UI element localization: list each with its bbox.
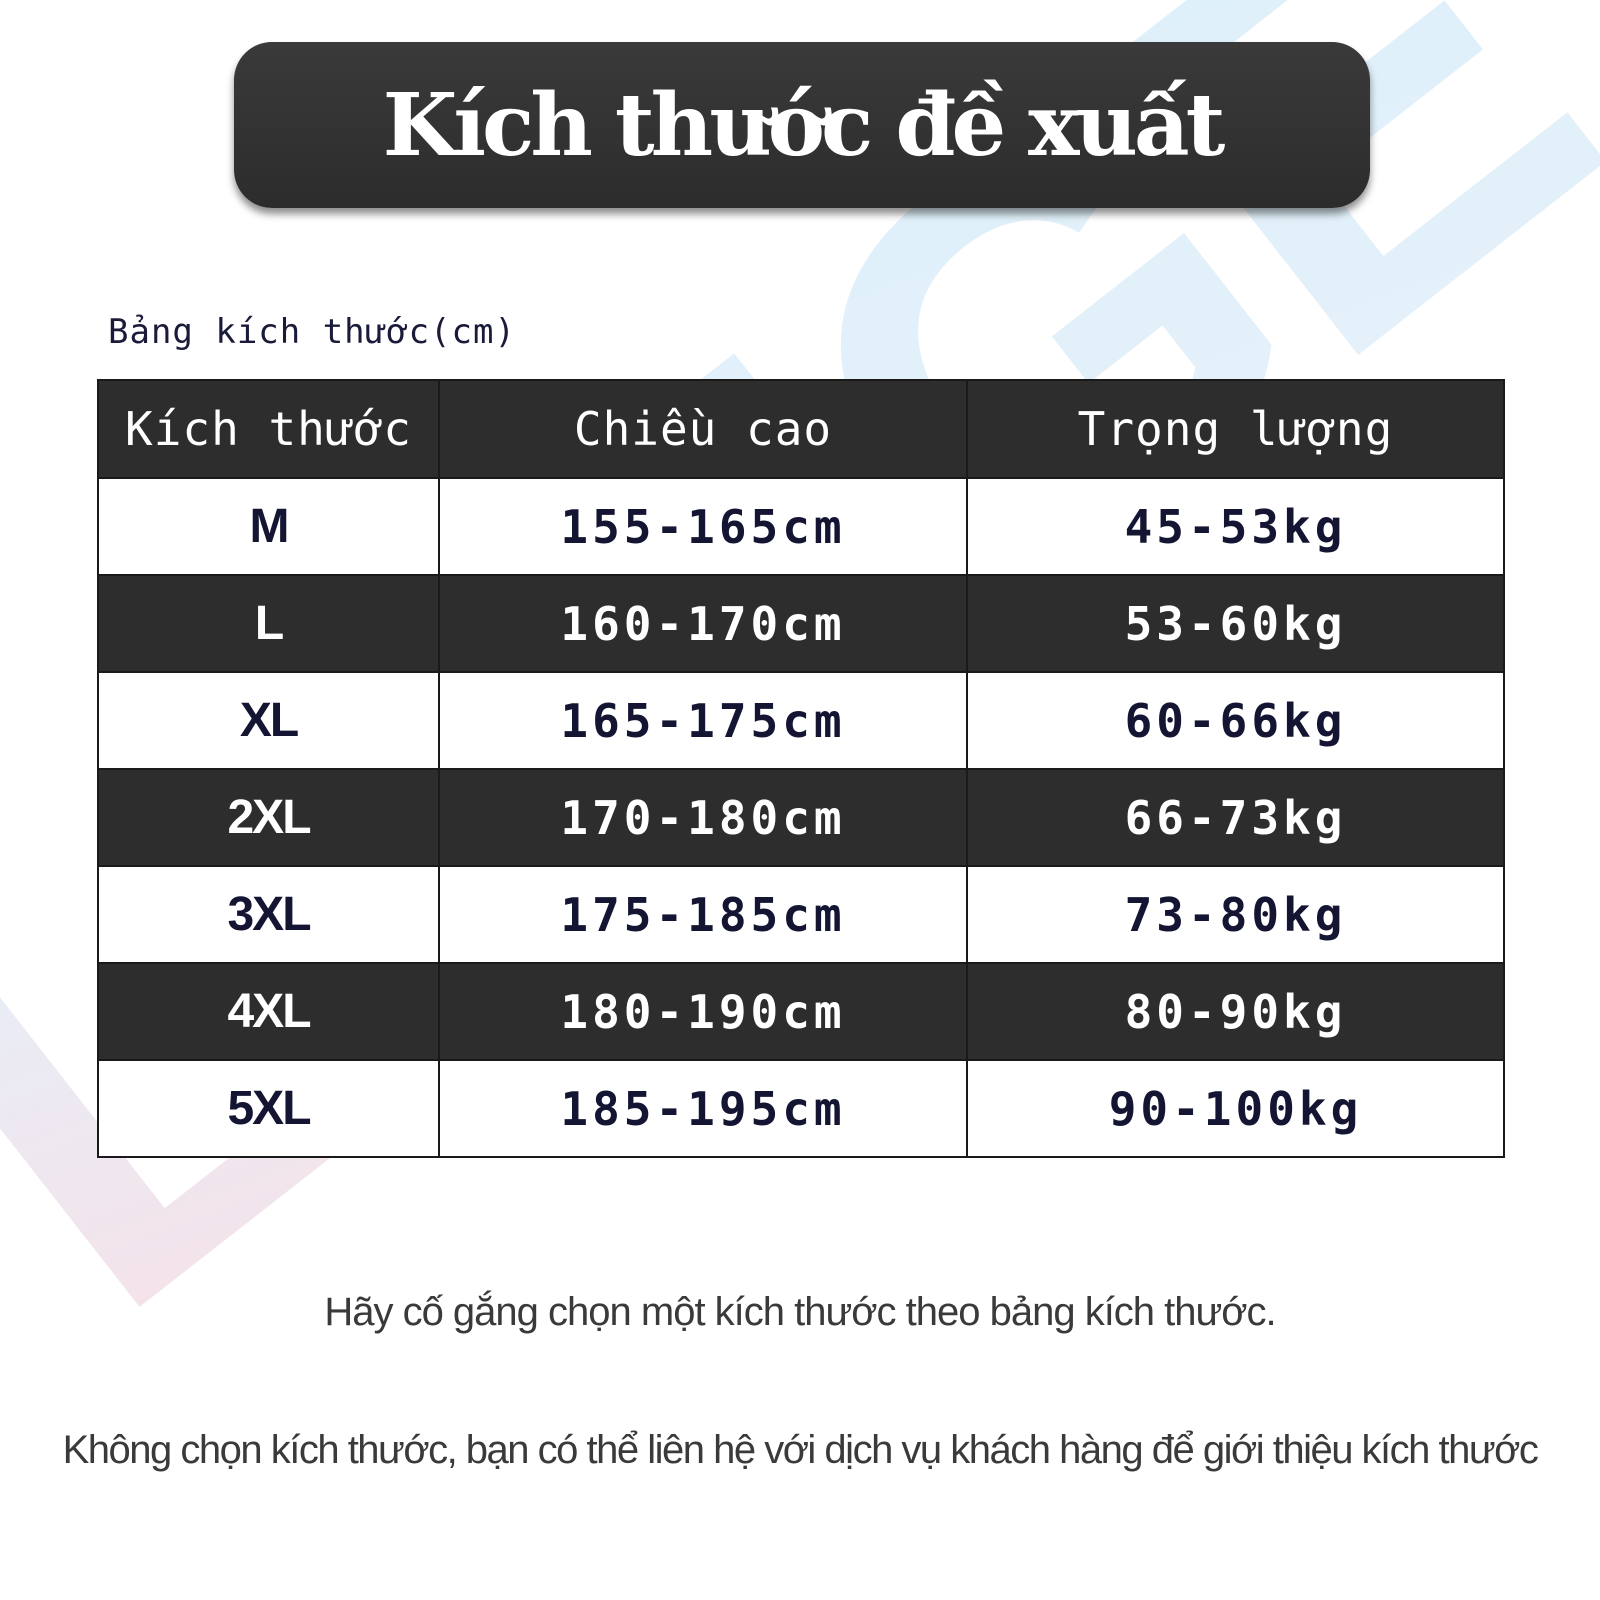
contact-service-note: Không chọn kích thước, bạn có thể liên h…: [62, 1428, 1539, 1472]
header-size: Kích thước: [97, 379, 440, 479]
table-header-row: Kích thước Chiều cao Trọng lượng: [97, 379, 1505, 479]
height-cell: 180-190cm: [438, 962, 968, 1061]
table-row: 4XL 180-190cm 80-90kg: [97, 962, 1505, 1061]
size-advice-note: Hãy cố gắng chọn một kích thước theo bản…: [324, 1290, 1276, 1334]
size-cell: 3XL: [97, 865, 440, 964]
table-row: 3XL 175-185cm 73-80kg: [97, 865, 1505, 964]
height-cell: 155-165cm: [438, 477, 968, 576]
header-height: Chiều cao: [438, 379, 968, 479]
table-caption: Bảng kích thước(cm): [108, 312, 516, 352]
height-cell: 170-180cm: [438, 768, 968, 867]
table-row: M 155-165cm 45-53kg: [97, 477, 1505, 576]
weight-cell: 90-100kg: [966, 1059, 1505, 1158]
height-cell: 175-185cm: [438, 865, 968, 964]
table-row: 5XL 185-195cm 90-100kg: [97, 1059, 1505, 1158]
size-cell: 4XL: [97, 962, 440, 1061]
table-row: L 160-170cm 53-60kg: [97, 574, 1505, 673]
size-cell: L: [97, 574, 440, 673]
weight-cell: 80-90kg: [966, 962, 1505, 1061]
weight-cell: 73-80kg: [966, 865, 1505, 964]
weight-cell: 45-53kg: [966, 477, 1505, 576]
height-cell: 185-195cm: [438, 1059, 968, 1158]
size-cell: 5XL: [97, 1059, 440, 1158]
header-weight: Trọng lượng: [966, 379, 1505, 479]
weight-cell: 53-60kg: [966, 574, 1505, 673]
page-title: Kích thước đề xuất: [382, 74, 1226, 176]
table-row: XL 165-175cm 60-66kg: [97, 671, 1505, 770]
size-cell: 2XL: [97, 768, 440, 867]
title-banner: Kích thước đề xuất: [234, 42, 1370, 208]
size-chart-table: Kích thước Chiều cao Trọng lượng M 155-1…: [97, 379, 1505, 1158]
height-cell: 160-170cm: [438, 574, 968, 673]
table-row: 2XL 170-180cm 66-73kg: [97, 768, 1505, 867]
height-cell: 165-175cm: [438, 671, 968, 770]
weight-cell: 66-73kg: [966, 768, 1505, 867]
weight-cell: 60-66kg: [966, 671, 1505, 770]
size-cell: M: [97, 477, 440, 576]
size-cell: XL: [97, 671, 440, 770]
